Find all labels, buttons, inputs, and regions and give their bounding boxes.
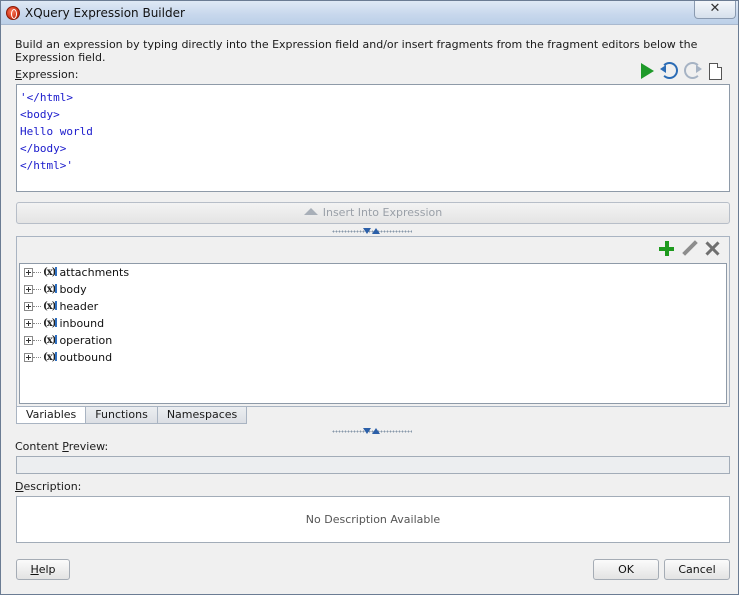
description-label: Description: (15, 480, 82, 493)
title-bar[interactable]: XQuery Expression Builder ✕ (1, 1, 738, 25)
variables-tree: (x) attachments (x) body (x) header (x) … (19, 263, 727, 404)
expand-icon[interactable] (24, 336, 33, 345)
splitter-arrows-icon[interactable] (362, 227, 382, 235)
variable-icon: (x) (43, 298, 58, 315)
fragment-tabs: Variables Functions Namespaces (16, 407, 248, 424)
new-document-icon[interactable] (709, 63, 722, 80)
tree-item-inbound[interactable]: (x) inbound (20, 315, 726, 332)
splitter-top[interactable] (332, 227, 412, 235)
tree-item-operation[interactable]: (x) operation (20, 332, 726, 349)
close-icon: ✕ (709, 1, 721, 16)
expand-icon[interactable] (24, 268, 33, 277)
expression-editor[interactable]: '</html> <body> Hello world </body> </ht… (16, 84, 730, 192)
tree-item-header[interactable]: (x) header (20, 298, 726, 315)
variable-icon: (x) (43, 264, 58, 281)
plus-icon[interactable] (658, 240, 675, 257)
variable-icon: (x) (43, 349, 58, 366)
help-button[interactable]: Help (16, 559, 70, 580)
app-icon (6, 6, 20, 20)
fragment-toolbar (658, 240, 721, 257)
expand-icon[interactable] (24, 319, 33, 328)
pencil-icon[interactable] (681, 240, 698, 257)
close-button[interactable]: ✕ (694, 1, 736, 19)
insert-into-expression-button[interactable]: Insert Into Expression (16, 202, 730, 224)
cancel-button[interactable]: Cancel (664, 559, 730, 580)
up-arrow-icon (303, 208, 318, 215)
tab-variables[interactable]: Variables (16, 407, 87, 424)
expand-icon[interactable] (24, 302, 33, 311)
undo-icon[interactable] (660, 62, 678, 79)
splitter-bottom[interactable] (332, 427, 412, 435)
splitter-arrows-icon[interactable] (362, 427, 382, 435)
variable-icon: (x) (43, 315, 58, 332)
ok-button[interactable]: OK (593, 559, 659, 580)
tree-item-outbound[interactable]: (x) outbound (20, 349, 726, 366)
dialog-window: XQuery Expression Builder ✕ Build an exp… (0, 0, 739, 595)
expression-label: Expression: (15, 68, 79, 81)
tree-item-attachments[interactable]: (x) attachments (20, 264, 726, 281)
redo-icon[interactable] (684, 62, 702, 79)
tab-namespaces[interactable]: Namespaces (156, 407, 248, 424)
tab-functions[interactable]: Functions (85, 407, 158, 424)
instructions-text: Build an expression by typing directly i… (15, 38, 698, 64)
expression-toolbar (638, 62, 724, 80)
variable-icon: (x) (43, 332, 58, 349)
tree-item-body[interactable]: (x) body (20, 281, 726, 298)
x-icon[interactable] (704, 240, 721, 257)
fragment-editor-panel: (x) attachments (x) body (x) header (x) … (16, 236, 730, 407)
content-preview-field (16, 456, 730, 474)
play-icon[interactable] (638, 62, 655, 79)
description-field: No Description Available (16, 496, 730, 543)
window-title: XQuery Expression Builder (25, 6, 185, 20)
content-preview-label: Content Preview: (15, 440, 109, 453)
expand-icon[interactable] (24, 353, 33, 362)
variable-icon: (x) (43, 281, 58, 298)
expand-icon[interactable] (24, 285, 33, 294)
